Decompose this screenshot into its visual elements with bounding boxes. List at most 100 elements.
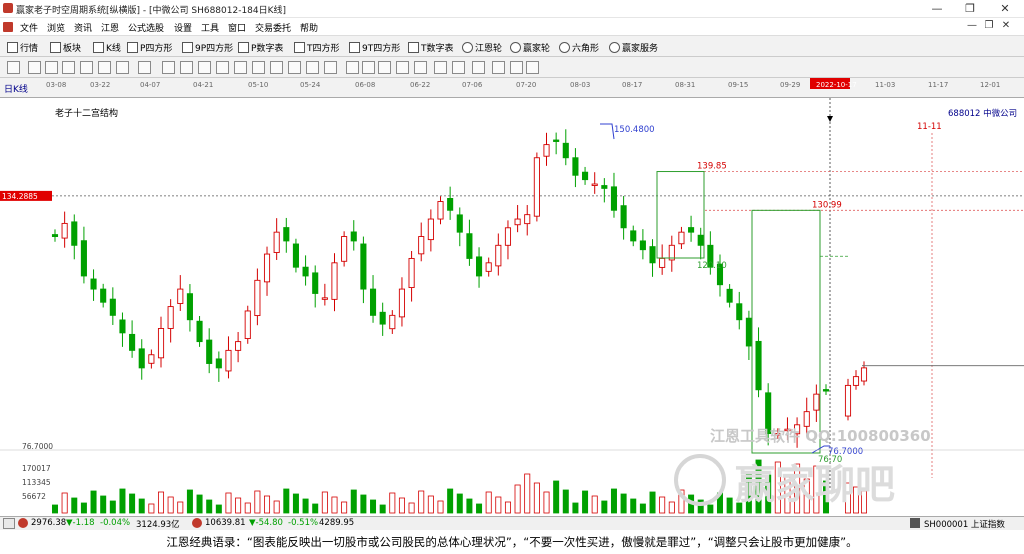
close-button[interactable]: ✕: [990, 0, 1020, 18]
toolbar-gann-wheel-button[interactable]: 江恩轮: [462, 40, 502, 54]
prev-page-icon[interactable]: [180, 61, 193, 74]
diamond-tool-icon[interactable]: [306, 61, 319, 74]
save-tool-icon[interactable]: [452, 61, 465, 74]
volume-bar: [206, 499, 213, 514]
settings-tool-icon[interactable]: [526, 61, 539, 74]
candle-body: [389, 314, 396, 330]
toolbar-winner-wheel-button[interactable]: 赢家轮: [510, 40, 550, 54]
volume-bar: [158, 491, 165, 514]
keyboard-icon[interactable]: [3, 518, 15, 529]
candle-body: [119, 319, 126, 334]
link-tool-icon[interactable]: [28, 61, 41, 74]
volume-bar: [582, 490, 589, 514]
toolbar-sectors-button[interactable]: 板块: [50, 40, 81, 54]
kline-chart[interactable]: 134.2885 老子十二宫结构 688012 中微公司 11-11 150.4800 1…: [0, 98, 1024, 535]
menu-file[interactable]: 文件: [20, 21, 38, 34]
erase-tool-icon[interactable]: [414, 61, 427, 74]
volume-bar: [630, 498, 637, 514]
minimize-button[interactable]: —: [922, 0, 952, 18]
date-tick-label: 07-06: [462, 81, 483, 89]
ray-tool-icon[interactable]: [62, 61, 75, 74]
zoom-out-icon[interactable]: [234, 61, 247, 74]
maximize-button[interactable]: ❐: [955, 0, 985, 18]
toolbar-quotes-button[interactable]: 行情: [7, 40, 38, 54]
menu-gann[interactable]: 江恩: [101, 21, 119, 34]
copy-tool-icon[interactable]: [434, 61, 447, 74]
layout-tool-icon[interactable]: [492, 61, 505, 74]
menu-window[interactable]: 窗口: [228, 21, 246, 34]
volume-bar: [331, 496, 338, 514]
cursor-tool-icon[interactable]: [7, 61, 20, 74]
volume-bar: [379, 504, 386, 514]
cross-tool-icon[interactable]: [362, 61, 375, 74]
volume-bar: [52, 504, 59, 514]
hexagon-icon: [559, 41, 570, 53]
parallel-tool-icon[interactable]: [80, 61, 93, 74]
volume-bar: [543, 491, 550, 514]
toolbar-kline-button[interactable]: K线: [93, 40, 121, 54]
menu-news[interactable]: 资讯: [74, 21, 92, 34]
volume-bar: [427, 495, 434, 514]
volume-bar: [504, 501, 511, 514]
date-tick-label: 09-15: [728, 81, 748, 89]
cursor-arrow-icon: [827, 116, 833, 122]
zoom-in-icon[interactable]: [216, 61, 229, 74]
hand-tool-icon[interactable]: [346, 61, 359, 74]
trade-tool-icon[interactable]: [510, 61, 523, 74]
candle-body: [244, 310, 251, 340]
menu-settings[interactable]: 设置: [174, 21, 192, 34]
child-close-button[interactable]: ✕: [1000, 20, 1012, 32]
last-bar-icon[interactable]: [288, 61, 301, 74]
menu-trade[interactable]: 交易委托: [255, 21, 291, 34]
winner-wheel-icon: [510, 41, 521, 53]
diamond-tool-2-icon[interactable]: [324, 61, 337, 74]
candle-body: [697, 234, 704, 246]
volume-bar: [495, 496, 502, 514]
toolbar-hexagon-button[interactable]: 六角形: [559, 40, 599, 54]
menu-formula[interactable]: 公式选股: [128, 21, 164, 34]
next-bar-icon[interactable]: [252, 61, 265, 74]
toolbar-p-square-button[interactable]: P四方形: [127, 40, 172, 54]
kline-chart-area[interactable]: 134.2885 老子十二宫结构 688012 中微公司 11-11 150.4800 1…: [0, 98, 1024, 535]
toolbar-t-square-button[interactable]: T四方形: [294, 40, 340, 54]
toolbar-9p-square-button[interactable]: 9P四方形: [182, 40, 233, 54]
circle-tool-icon[interactable]: [116, 61, 129, 74]
fib-tool-icon[interactable]: [98, 61, 111, 74]
date-tick-label: 03-22: [90, 81, 110, 89]
candle-body: [312, 272, 319, 294]
structure-box-1: [656, 171, 705, 259]
text-tool-icon[interactable]: [378, 61, 391, 74]
child-minimize-button[interactable]: —: [966, 20, 978, 32]
candle-body: [196, 320, 203, 343]
index-selector-icon[interactable]: [910, 518, 920, 528]
app-window: 赢家老子时空周期系统[纵横版] - [中微公司 SH688012-184日K线]…: [0, 0, 1024, 554]
toolbar-service-button[interactable]: 赢家服务: [609, 40, 658, 54]
ellipse-tool-icon[interactable]: [396, 61, 409, 74]
toolbar-t-table-button[interactable]: T数字表: [408, 40, 454, 54]
level3-label: 120.10: [697, 261, 727, 271]
candle-body: [630, 230, 637, 242]
menu-help[interactable]: 帮助: [300, 21, 318, 34]
line-tool-icon[interactable]: [45, 61, 58, 74]
prev-bar-icon[interactable]: [198, 61, 211, 74]
toolbar-9t-square-button[interactable]: 9T四方形: [349, 40, 400, 54]
candle-body: [177, 288, 184, 304]
calc-tool-icon[interactable]: [472, 61, 485, 74]
child-restore-button[interactable]: ❐: [983, 20, 995, 32]
menu-browse[interactable]: 浏览: [47, 21, 65, 34]
volume-bar: [321, 491, 328, 514]
menu-tools[interactable]: 工具: [201, 21, 219, 34]
volume-bar: [562, 489, 569, 514]
arrow-tool-icon[interactable]: [138, 61, 151, 74]
volume-bar: [447, 488, 454, 514]
toolbar-p-table-button[interactable]: P数字表: [238, 40, 283, 54]
date-tick-label: 06-08: [355, 81, 375, 89]
status-index-name[interactable]: SH000001 上证指数: [924, 518, 1005, 530]
volume-bar: [601, 500, 608, 514]
candle-body: [350, 231, 357, 242]
candle-body: [844, 384, 852, 417]
next-page-icon[interactable]: [270, 61, 283, 74]
candle-body: [533, 157, 540, 217]
first-bar-icon[interactable]: [162, 61, 175, 74]
high-marker: [600, 123, 615, 140]
